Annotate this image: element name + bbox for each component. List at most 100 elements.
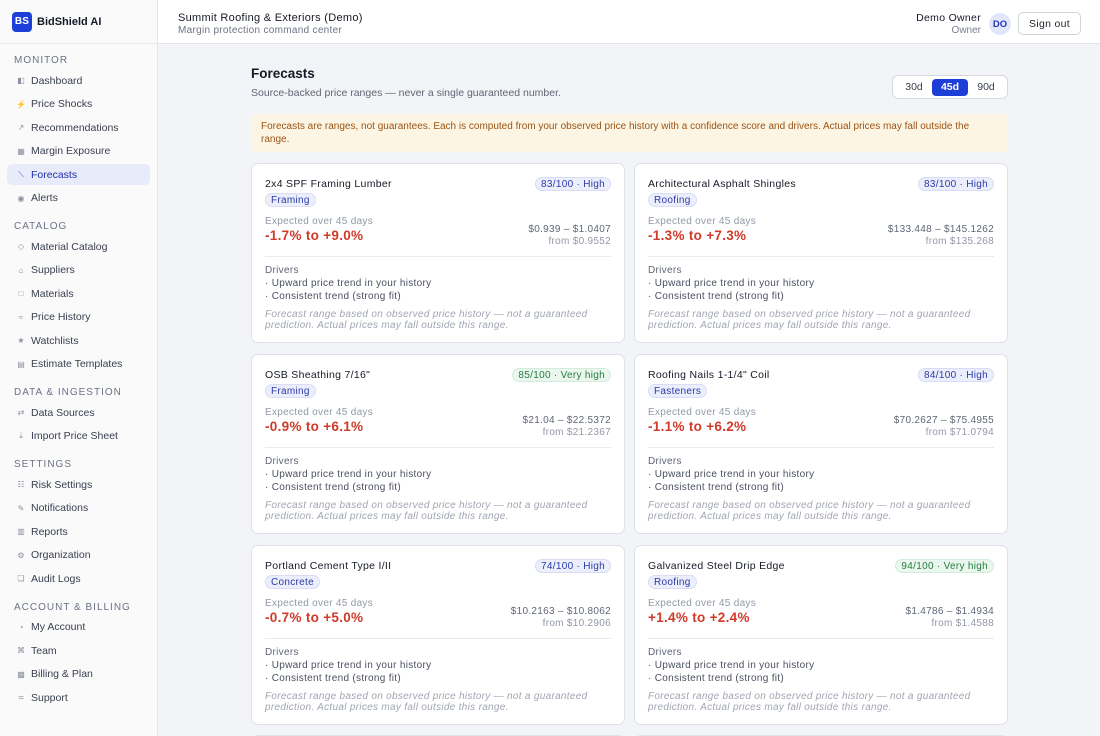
category-chip: Concrete — [265, 575, 320, 589]
sidebar-item-label: Margin Exposure — [31, 145, 111, 157]
swap-icon: ⇄ — [17, 408, 25, 417]
card-divider — [648, 638, 994, 639]
category-chip: Framing — [265, 384, 316, 398]
user-role: Owner — [951, 25, 981, 36]
range-30d-button[interactable]: 30d — [896, 79, 932, 96]
price-range: $0.939 – $1.0407 — [528, 224, 611, 235]
sidebar-item-price-shocks[interactable]: ⚡ Price Shocks — [7, 94, 150, 115]
company-tagline: Margin protection command center — [178, 25, 343, 36]
sidebar-item-forecasts[interactable]: ⟍ Forecasts — [7, 164, 150, 185]
sidebar-item-dashboard[interactable]: ◧ Dashboard — [7, 70, 150, 91]
material-name: Galvanized Steel Drip Edge — [648, 560, 785, 572]
avatar[interactable]: DO — [989, 13, 1011, 35]
forecast-card[interactable]: Portland Cement Type I/II 74/100 · High Co… — [251, 545, 625, 725]
drivers-label: Drivers — [648, 456, 682, 467]
sidebar-item-alerts[interactable]: ◉ Alerts — [7, 188, 150, 209]
wave-icon: ≈ — [18, 312, 24, 322]
sidebar-item-support[interactable]: ≍ Support — [7, 687, 150, 708]
drivers-label: Drivers — [265, 456, 299, 467]
sidebar-item-estimate-templates[interactable]: ▤ Estimate Templates — [7, 354, 150, 375]
sidebar-item-organization[interactable]: ⚙ Organization — [7, 545, 150, 566]
range-45d-button[interactable]: 45d — [932, 78, 968, 96]
forecast-disclaimer: Forecast range based on observed price h… — [265, 309, 588, 331]
log-icon: ❏ — [17, 574, 25, 583]
sidebar-nav: MONITOR ◧ Dashboard ⚡ Price Shocks ↗ Recommend… — [0, 44, 157, 708]
sidebar-item-risk-settings[interactable]: ☷ Risk Settings — [7, 474, 150, 495]
card-divider — [648, 256, 994, 257]
sidebar-item-notifications[interactable]: ✎ Notifications — [7, 498, 150, 519]
sidebar-item-label: Price History — [31, 311, 91, 323]
driver-item: · Upward price trend in your history — [265, 469, 432, 480]
driver-item: · Upward price trend in your history — [265, 660, 432, 671]
brand[interactable]: BS BidShield AI — [0, 0, 157, 44]
price-range: $70.2627 – $75.4955 — [893, 415, 994, 426]
range-90d-button[interactable]: 90d — [968, 79, 1004, 96]
forecast-card[interactable]: Galvanized Steel Drip Edge 94/100 · Very … — [634, 545, 1008, 725]
sidebar-item-label: Alerts — [31, 192, 58, 204]
driver-item: · Consistent trend (strong fit) — [265, 291, 402, 302]
driver-item: · Upward price trend in your history — [265, 278, 432, 289]
horizon-toggle: 30d 45d 90d — [892, 75, 1008, 99]
nav-section-label: SETTINGS — [14, 459, 73, 470]
card-divider — [265, 256, 611, 257]
expected-change: -1.1% to +6.2% — [648, 419, 747, 434]
sidebar-item-reports[interactable]: ▥ Reports — [7, 521, 150, 542]
sidebar-item-recommendations[interactable]: ↗ Recommendations — [7, 117, 150, 138]
price-range: $21.04 – $22.5372 — [522, 415, 611, 426]
sidebar-item-team[interactable]: ⌘ Team — [7, 640, 150, 661]
expected-label: Expected over 45 days — [648, 407, 757, 418]
sidebar-item-audit-logs[interactable]: ❏ Audit Logs — [7, 568, 150, 589]
confidence-badge: 83/100 · High — [535, 177, 611, 191]
diamond-icon: ◇ — [17, 242, 25, 251]
sliders-icon: ☷ — [17, 480, 25, 489]
sidebar-item-data-sources[interactable]: ⇄ Data Sources — [7, 402, 150, 423]
user-name: Demo Owner — [916, 12, 981, 24]
user-info: Demo Owner Owner — [916, 12, 981, 36]
material-name: 2x4 SPF Framing Lumber — [265, 178, 392, 190]
dot-icon: ◉ — [17, 193, 25, 203]
sidebar-item-materials[interactable]: □ Materials — [7, 283, 150, 304]
sidebar-item-suppliers[interactable]: ⌂ Suppliers — [7, 260, 150, 281]
driver-item: · Consistent trend (strong fit) — [648, 482, 785, 493]
sidebar-item-material-catalog[interactable]: ◇ Material Catalog — [7, 236, 150, 257]
sidebar-item-label: Price Shocks — [31, 98, 93, 110]
forecast-disclaimer: Forecast range based on observed price h… — [648, 691, 971, 713]
forecast-card[interactable]: 2x4 SPF Framing Lumber 83/100 · High Frami… — [251, 163, 625, 343]
support-icon: ≍ — [17, 693, 25, 702]
sidebar-item-my-account[interactable]: ◔ My Account — [7, 617, 150, 638]
sidebar-item-price-history[interactable]: ≈ Price History — [7, 307, 150, 328]
forecast-card[interactable]: Architectural Asphalt Shingles 83/100 · H… — [634, 163, 1008, 343]
sign-out-button[interactable]: Sign out — [1018, 12, 1081, 35]
expected-label: Expected over 45 days — [265, 598, 374, 609]
expected-label: Expected over 45 days — [265, 216, 374, 227]
brand-name: BidShield AI — [37, 15, 102, 28]
confidence-badge: 84/100 · High — [918, 368, 994, 382]
price-from: from $0.9552 — [548, 236, 611, 247]
user-icon: ◔ — [18, 622, 24, 632]
drivers-label: Drivers — [265, 647, 299, 658]
top-bar: Summit Roofing & Exteriors (Demo) Margin… — [158, 0, 1100, 44]
nav-section-label: MONITOR — [14, 55, 69, 66]
forecast-card[interactable]: OSB Sheathing 7/16" 85/100 · Very high Fra… — [251, 354, 625, 534]
sidebar-item-margin-exposure[interactable]: ▦ Margin Exposure — [7, 141, 150, 162]
driver-item: · Upward price trend in your history — [648, 660, 815, 671]
material-name: OSB Sheathing 7/16" — [265, 369, 371, 381]
forecast-card[interactable]: Roofing Nails 1-1/4" Coil 84/100 · High Fa… — [634, 354, 1008, 534]
sidebar-item-label: Watchlists — [31, 334, 79, 347]
template-icon: ▤ — [17, 359, 25, 369]
arrow-up-right-icon: ↗ — [17, 123, 25, 132]
sidebar-item-billing-plan[interactable]: ▩ Billing & Plan — [7, 664, 150, 685]
price-range: $10.2163 – $10.8062 — [510, 606, 611, 617]
sidebar-item-label: Estimate Templates — [31, 358, 123, 370]
expected-change: -1.7% to +9.0% — [265, 228, 364, 243]
forecast-notice: Forecasts are ranges, not guarantees. Ea… — [251, 114, 1008, 152]
sidebar-item-label: Billing & Plan — [31, 668, 93, 680]
team-icon: ⌘ — [17, 646, 25, 655]
card-divider — [265, 447, 611, 448]
sidebar-item-watchlists[interactable]: ★ Watchlists — [7, 330, 150, 351]
sidebar-item-import-price-sheet[interactable]: ⤓ Import Price Sheet — [7, 426, 150, 447]
drivers-label: Drivers — [648, 647, 682, 658]
